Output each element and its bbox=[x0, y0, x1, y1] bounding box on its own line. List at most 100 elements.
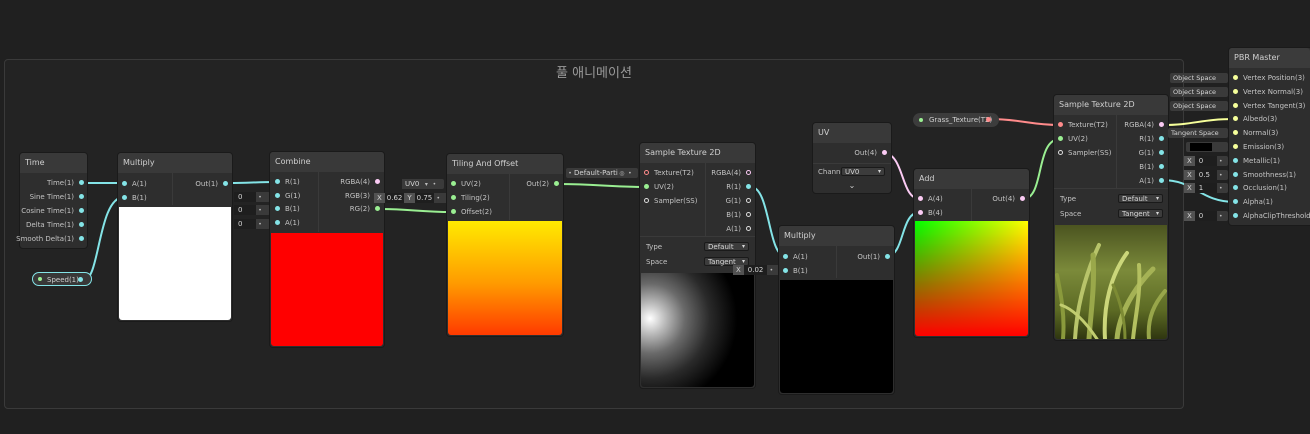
drag-knob-icon[interactable]: • bbox=[767, 266, 775, 276]
port-dot[interactable] bbox=[1233, 158, 1238, 163]
drag-knob-icon[interactable]: • bbox=[566, 169, 574, 179]
uv-channel-dropdown[interactable]: UV0 ▾ bbox=[841, 167, 885, 176]
sample2-output-a[interactable]: A(1) bbox=[1139, 176, 1164, 186]
port-dot[interactable] bbox=[1233, 213, 1238, 218]
smooth-delta-output[interactable]: Smooth Delta(1) bbox=[16, 234, 84, 244]
port-dot[interactable] bbox=[1159, 178, 1164, 183]
port-dot[interactable] bbox=[1233, 199, 1238, 204]
combine-input-b[interactable]: B(1) bbox=[275, 204, 300, 214]
port-dot[interactable] bbox=[1058, 136, 1063, 141]
pbr-input-occlusion[interactable]: Occlusion(1) bbox=[1233, 183, 1287, 193]
port-dot[interactable] bbox=[882, 150, 887, 155]
tiling-input-tiling[interactable]: Tiling(2) bbox=[451, 193, 490, 203]
sine-time-output[interactable]: Sine Time(1) bbox=[30, 192, 84, 202]
port-dot[interactable] bbox=[1159, 150, 1164, 155]
port-dot[interactable] bbox=[783, 254, 788, 259]
pbr-input-alpha[interactable]: Alpha(1) bbox=[1233, 197, 1273, 207]
sample1-input-sampler[interactable]: Sampler(SS) bbox=[644, 196, 697, 206]
sample2-output-r[interactable]: R(1) bbox=[1139, 134, 1164, 144]
port-dot[interactable] bbox=[122, 181, 127, 186]
port-dot[interactable] bbox=[451, 181, 456, 186]
drag-knob-icon[interactable]: • bbox=[1217, 157, 1225, 167]
combine-input-r[interactable]: R(1) bbox=[275, 177, 300, 187]
multiply2-input-b[interactable]: B(1) bbox=[783, 266, 808, 276]
drag-knob-icon[interactable]: • bbox=[256, 220, 264, 230]
port-dot[interactable] bbox=[79, 180, 84, 185]
vertex-normal-space-chip[interactable]: Object Space bbox=[1170, 87, 1228, 97]
drag-knob-icon[interactable]: • bbox=[1217, 171, 1225, 181]
vertex-tangent-space-chip[interactable]: Object Space bbox=[1170, 101, 1228, 111]
port-dot[interactable] bbox=[375, 206, 380, 211]
sample1-output-r[interactable]: R(1) bbox=[726, 182, 751, 192]
multiply-node-1[interactable]: Multiply A(1) B(1) Out(1) bbox=[118, 153, 232, 321]
port-dot[interactable] bbox=[746, 212, 751, 217]
delta-time-output[interactable]: Delta Time(1) bbox=[26, 220, 84, 230]
sample1-input-texture[interactable]: Texture(T2) bbox=[644, 168, 694, 178]
pbr-input-alpha-clip[interactable]: AlphaClipThreshold(1) bbox=[1233, 211, 1310, 221]
metallic-inline[interactable]: X 0 • bbox=[1184, 156, 1228, 166]
sample2-output-g[interactable]: G(1) bbox=[1139, 148, 1164, 158]
port-dot[interactable] bbox=[1233, 172, 1238, 177]
occlusion-inline[interactable]: X 1 • bbox=[1184, 183, 1228, 193]
sample2-output-rgba[interactable]: RGBA(4) bbox=[1124, 120, 1164, 130]
port-dot[interactable] bbox=[918, 196, 923, 201]
uv-node[interactable]: UV Out(4) Channel UV0 ▾ ⌄ bbox=[813, 123, 891, 193]
sample2-input-texture[interactable]: Texture(T2) bbox=[1058, 120, 1108, 130]
uv-channel-select[interactable]: UV0 ▾ • bbox=[402, 179, 444, 189]
pbr-input-vertex-tangent[interactable]: Vertex Tangent(3) bbox=[1233, 101, 1305, 111]
combine-a-inline[interactable]: 0 • bbox=[234, 219, 270, 229]
port-dot[interactable] bbox=[918, 210, 923, 215]
cosine-time-output[interactable]: Cosine Time(1) bbox=[21, 206, 84, 216]
port-dot[interactable] bbox=[1058, 122, 1063, 127]
sample2-space-dropdown[interactable]: Tangent ▾ bbox=[1118, 209, 1163, 218]
sample1-input-uv[interactable]: UV(2) bbox=[644, 182, 674, 192]
add-input-b[interactable]: B(4) bbox=[918, 208, 943, 218]
sample1-output-g[interactable]: G(1) bbox=[726, 196, 751, 206]
drag-knob-icon[interactable]: • bbox=[430, 180, 438, 190]
port-dot[interactable] bbox=[275, 206, 280, 211]
port-dot[interactable] bbox=[1233, 144, 1238, 149]
tiling-inline-xy[interactable]: X 0.62 Y 0.75 • bbox=[374, 193, 450, 203]
sample1-texture-inline[interactable]: • Default-Parti◎ • bbox=[566, 168, 638, 178]
port-dot[interactable] bbox=[79, 222, 84, 227]
multiply-input-a[interactable]: A(1) bbox=[122, 179, 147, 189]
port-dot[interactable] bbox=[746, 226, 751, 231]
port-dot[interactable] bbox=[1020, 196, 1025, 201]
port-dot[interactable] bbox=[79, 194, 84, 199]
emission-color-swatch[interactable] bbox=[1186, 142, 1228, 152]
target-icon[interactable]: ◎ bbox=[618, 169, 626, 179]
tiling-input-offset[interactable]: Offset(2) bbox=[451, 207, 492, 217]
port-dot[interactable] bbox=[1159, 136, 1164, 141]
alpha-clip-inline[interactable]: X 0 • bbox=[1184, 211, 1228, 221]
port-dot[interactable] bbox=[746, 184, 751, 189]
port-dot[interactable] bbox=[554, 181, 559, 186]
port-dot[interactable] bbox=[746, 170, 751, 175]
port-dot[interactable] bbox=[275, 220, 280, 225]
combine-output-rgba[interactable]: RGBA(4) bbox=[340, 177, 380, 187]
combine-input-g[interactable]: G(1) bbox=[275, 191, 300, 201]
port-dot[interactable] bbox=[79, 236, 84, 241]
sample2-output-b[interactable]: B(1) bbox=[1139, 162, 1164, 172]
pbr-input-normal[interactable]: Normal(3) bbox=[1233, 128, 1278, 138]
color-swatch[interactable] bbox=[1190, 143, 1212, 151]
port-dot[interactable] bbox=[275, 179, 280, 184]
drag-knob-icon[interactable]: • bbox=[1217, 212, 1225, 222]
multiply2-input-a[interactable]: A(1) bbox=[783, 252, 808, 262]
pbr-input-albedo[interactable]: Albedo(3) bbox=[1233, 114, 1277, 124]
multiply-node-2[interactable]: Multiply A(1) B(1) Out(1) bbox=[779, 226, 894, 394]
pbr-input-vertex-position[interactable]: Vertex Position(3) bbox=[1233, 73, 1305, 83]
drag-knob-icon[interactable]: • bbox=[434, 194, 442, 204]
combine-input-a[interactable]: A(1) bbox=[275, 218, 300, 228]
drag-knob-icon[interactable]: • bbox=[256, 193, 264, 203]
tiling-output[interactable]: Out(2) bbox=[526, 179, 559, 189]
combine-b-inline[interactable]: 0 • bbox=[234, 205, 270, 215]
drag-knob-icon[interactable]: • bbox=[626, 169, 634, 179]
port-dot[interactable] bbox=[451, 209, 456, 214]
port-dot[interactable] bbox=[1233, 130, 1238, 135]
combine-output-rg[interactable]: RG(2) bbox=[350, 204, 380, 214]
port-dot[interactable] bbox=[885, 254, 890, 259]
sample2-input-uv[interactable]: UV(2) bbox=[1058, 134, 1088, 144]
sample1-output-a[interactable]: A(1) bbox=[726, 224, 751, 234]
port-dot[interactable] bbox=[783, 268, 788, 273]
sample1-output-b[interactable]: B(1) bbox=[726, 210, 751, 220]
